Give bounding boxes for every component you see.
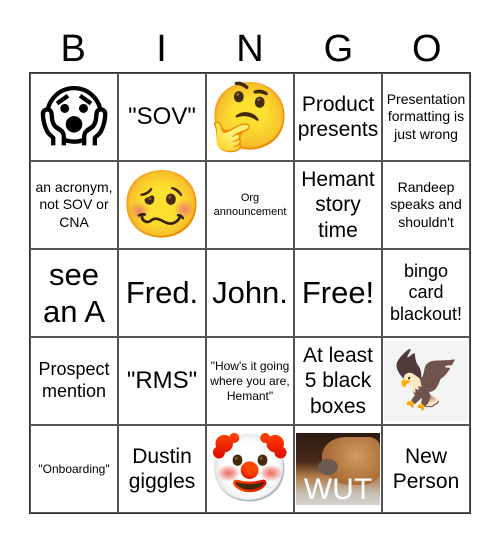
bingo-cell[interactable]: "How's it going where you are, Hemant" [206,337,294,425]
bingo-grid: 😱 "SOV" 🤔 Product presents Presentation form… [29,72,471,514]
bingo-header: B I N G O [29,26,471,72]
bingo-cell[interactable]: Hemant story time [294,161,382,249]
bingo-cell[interactable]: Product presents [294,73,382,161]
bingo-cell[interactable]: Prospect mention [30,337,118,425]
bingo-cell[interactable]: bingo card blackout! [382,249,470,337]
cell-label: "RMS" [126,367,198,395]
cell-label: John. [212,275,288,311]
bingo-cell[interactable]: 🦅 [382,337,470,425]
bald-eagle-image: 🦅 [384,341,468,421]
cell-label: Presentation formatting is just wrong [386,90,466,142]
header-letter-n: N [236,28,264,70]
cell-label: Hemant story time [301,168,375,242]
bingo-cell[interactable]: 🤔 [206,73,294,161]
bingo-cell[interactable]: Presentation formatting is just wrong [382,73,470,161]
bingo-cell[interactable]: 😱 [30,73,118,161]
cell-label: bingo card blackout! [389,260,463,324]
bingo-cell[interactable]: Free! [294,249,382,337]
header-letter-g: G [323,28,354,70]
cell-label: At least 5 black boxes [302,344,374,418]
bingo-cell[interactable]: "Onboarding" [30,425,118,513]
bingo-cell[interactable]: Org announcement [206,161,294,249]
face-screaming-in-fear-icon: 😱 [39,78,109,155]
cell-label: New Person [392,444,460,493]
woozy-face-icon: 🥴 [120,166,204,243]
bingo-cell[interactable]: an acronym, not SOV or CNA [30,161,118,249]
thinking-face-icon: 🤔 [208,78,292,155]
cell-label: Free! [301,275,375,311]
cell-label: Org announcement [213,191,287,218]
header-letter-o: O [411,28,442,70]
clown-face-icon: 🤡 [208,430,292,507]
bingo-cell[interactable]: New Person [382,425,470,513]
bingo-cell[interactable]: At least 5 black boxes [294,337,382,425]
header-letter-b: B [60,28,86,70]
bingo-cell[interactable]: WUT [294,425,382,513]
bingo-cell[interactable]: Fred. [118,249,206,337]
header-letter-i: I [156,28,167,70]
eagle-icon: 🦅 [391,348,461,413]
cell-label: Dustin giggles [128,444,196,493]
meme-caption: WUT [303,473,373,507]
bingo-cell[interactable]: "SOV" [118,73,206,161]
cell-label: an acronym, not SOV or CNA [35,178,113,230]
cell-label: "Onboarding" [38,461,110,476]
bingo-cell[interactable]: Randeep speaks and shouldn't [382,161,470,249]
cell-label: "SOV" [128,103,196,131]
bingo-cell[interactable]: Dustin giggles [118,425,206,513]
cell-label: see an A [42,256,106,329]
cell-label: Product presents [297,92,379,141]
bingo-cell[interactable]: 🥴 [118,161,206,249]
bingo-cell[interactable]: John. [206,249,294,337]
bingo-cell[interactable]: see an A [30,249,118,337]
cell-label: Fred. [125,275,199,311]
cell-label: Prospect mention [38,359,110,401]
cell-label: "How's it going where you are, Hemant" [210,358,290,403]
bingo-cell[interactable]: 🤡 [206,425,294,513]
cell-label: Randeep speaks and shouldn't [390,178,462,230]
dog-wut-meme-image: WUT [296,433,380,507]
bingo-cell[interactable]: "RMS" [118,337,206,425]
